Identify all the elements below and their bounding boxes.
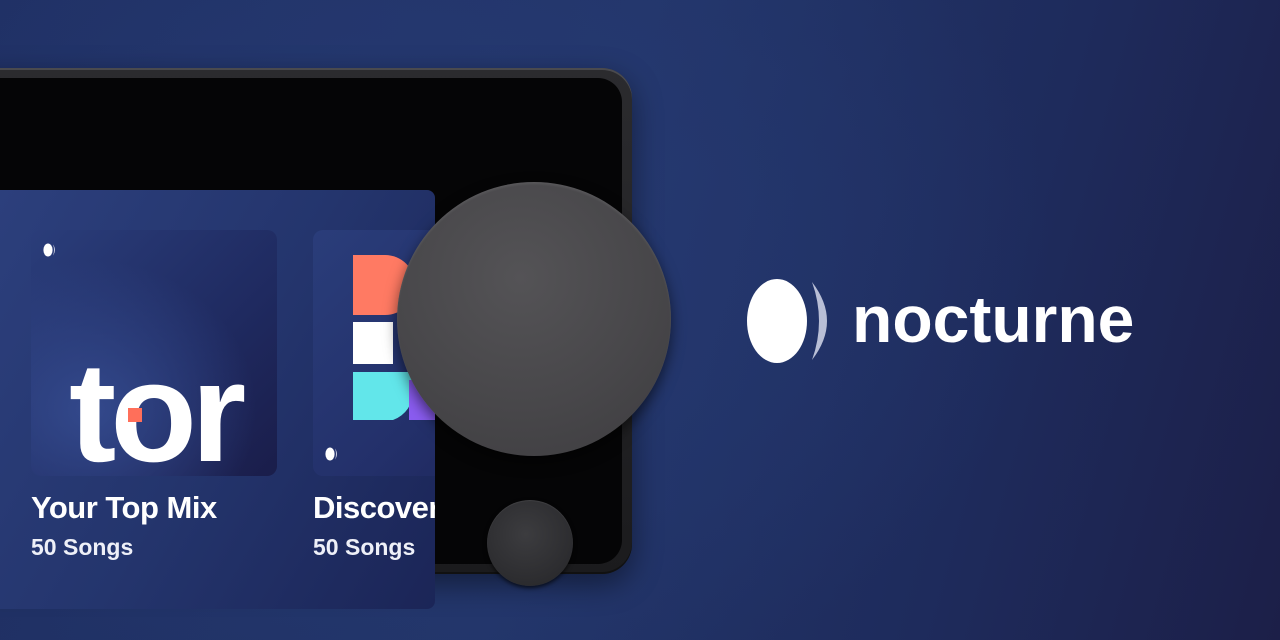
nocturne-mini-logo-icon	[43, 243, 55, 257]
nocturne-mini-logo-icon	[325, 447, 337, 461]
brand-name: nocturne	[852, 282, 1135, 356]
rotary-dial-knob[interactable]	[397, 182, 671, 456]
top-mix-art-text: tor	[69, 333, 246, 477]
card-subtitle: 50 Songs	[313, 534, 416, 560]
card-subtitle: 50 Songs	[31, 534, 134, 560]
card-title: Your Top Mix	[31, 490, 217, 525]
top-mix-cover-art: tor	[31, 230, 277, 476]
device-screen: tor Your Top Mix 50 Songs Discover 50 So…	[0, 190, 435, 609]
car-thing-device: tor Your Top Mix 50 Songs Discover 50 So…	[0, 68, 671, 609]
top-mix-art-accent	[128, 408, 142, 422]
card-title: Discover	[313, 490, 435, 525]
back-button[interactable]	[487, 500, 573, 586]
playlist-card-your-top-mix[interactable]: tor Your Top Mix 50 Songs	[31, 230, 277, 561]
nocturne-moon-logo-icon	[747, 279, 827, 363]
